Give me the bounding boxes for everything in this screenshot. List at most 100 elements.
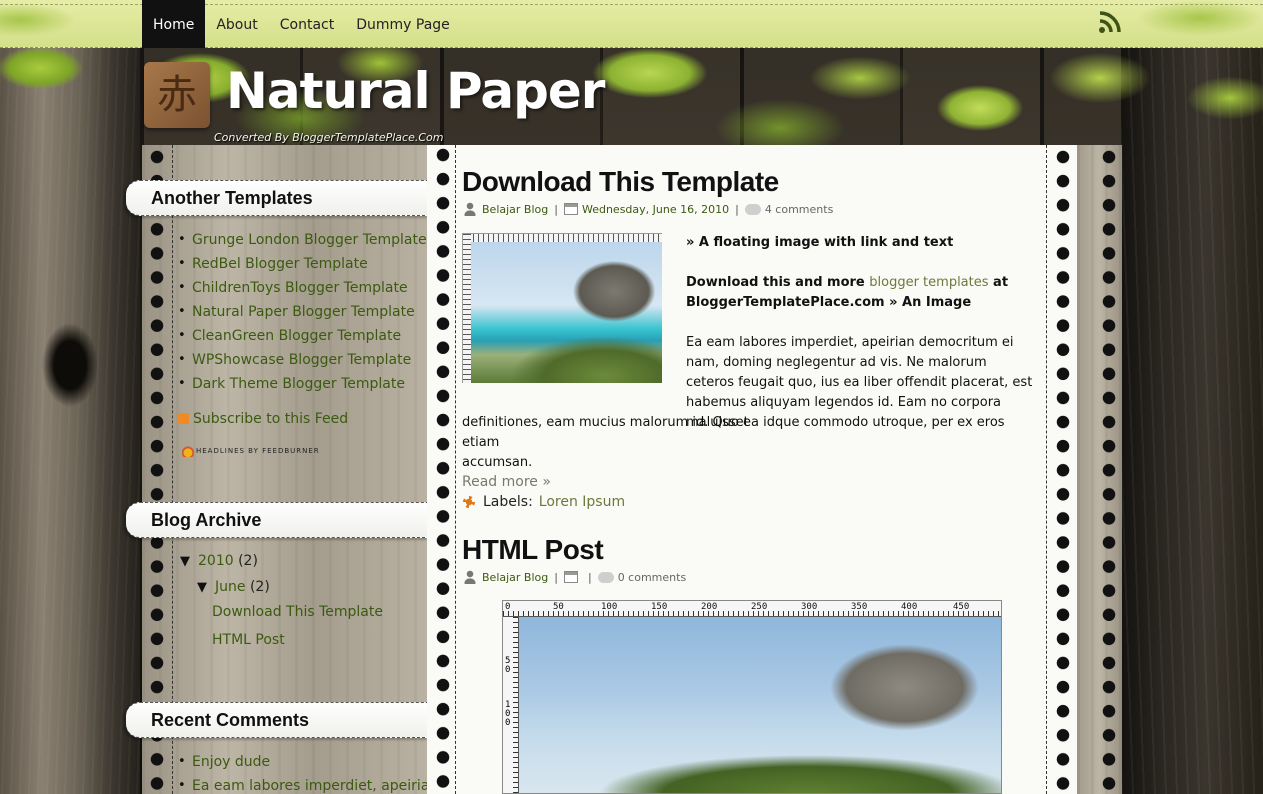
archive-month-june[interactable]: ▼ June (2) xyxy=(197,579,270,595)
ruler-number: 1 0 0 xyxy=(505,700,511,728)
archive-post-link[interactable]: HTML Post xyxy=(212,632,285,648)
list-item[interactable]: Grunge London Blogger Template xyxy=(178,228,427,252)
archive-post-link[interactable]: Download This Template xyxy=(212,604,383,620)
archive-year-2010[interactable]: ▼ 2010 (2) xyxy=(180,553,258,569)
comment-icon xyxy=(744,203,761,215)
ruler-number: 450 xyxy=(953,602,970,612)
expanded-triangle-icon[interactable]: ▼ xyxy=(180,554,190,569)
label-sun-icon xyxy=(463,496,475,508)
widget-title-another-templates: Another Templates xyxy=(126,180,430,216)
ruler-ticks xyxy=(513,617,518,793)
author-icon xyxy=(463,570,477,584)
post-thumbnail-image[interactable] xyxy=(462,233,662,383)
ruler-number: 300 xyxy=(801,602,818,612)
comment-icon xyxy=(597,571,614,583)
rss-small-icon xyxy=(178,413,189,424)
post-meta: Belajar Blog | Wednesday, June 16, 2010 … xyxy=(463,202,833,216)
meta-separator: | xyxy=(735,202,739,216)
archive-year-count: (2) xyxy=(238,553,258,569)
expanded-triangle-icon[interactable]: ▼ xyxy=(197,580,207,595)
calendar-icon xyxy=(563,203,578,215)
post-date: Wednesday, June 16, 2010 xyxy=(581,202,730,216)
list-item[interactable]: CleanGreen Blogger Template xyxy=(178,324,427,348)
post-line-3: BloggerTemplatePlace.com » An Image xyxy=(686,295,972,310)
nav-item-dummy-page[interactable]: Dummy Page xyxy=(345,0,461,48)
archive-month-count: (2) xyxy=(249,579,270,595)
nav-item-contact[interactable]: Contact xyxy=(269,0,345,48)
feedburner-badge[interactable]: HEADLINES BY FEEDBURNER xyxy=(182,443,320,457)
post-body-floating: » A floating image with link and text Do… xyxy=(686,233,1036,433)
ruler-number: 350 xyxy=(851,602,868,612)
post-paragraph-line: accumsan. xyxy=(462,455,533,470)
list-item[interactable]: Enjoy dude xyxy=(178,750,438,774)
post-title[interactable]: Download This Template xyxy=(462,166,779,198)
post-line-2a: Download this and more xyxy=(686,275,870,290)
blogger-templates-link[interactable]: blogger templates xyxy=(869,275,988,290)
meta-separator: | xyxy=(554,570,558,584)
site-subtitle: Converted By BloggerTemplatePlace.Com xyxy=(214,131,444,144)
ruler-number: 50 xyxy=(553,602,564,612)
nav-item-about[interactable]: About xyxy=(205,0,268,48)
right-punch-holes xyxy=(1098,145,1120,794)
post-comments-link[interactable]: 4 comments xyxy=(765,203,834,216)
calendar-icon xyxy=(563,571,578,583)
list-item[interactable]: Natural Paper Blogger Template xyxy=(178,300,427,324)
image-ruler-top xyxy=(463,234,662,242)
image-ruler-left: 5 0 1 0 0 xyxy=(503,617,519,793)
archive-year-label[interactable]: 2010 xyxy=(198,553,234,569)
post-meta: Belajar Blog | | 0 comments xyxy=(463,570,686,584)
list-item[interactable]: RedBel Blogger Template xyxy=(178,252,427,276)
widget-title-recent-comments: Recent Comments xyxy=(126,702,430,738)
feedburner-label: HEADLINES BY FEEDBURNER xyxy=(196,447,320,455)
list-item[interactable]: Dark Theme Blogger Template xyxy=(178,372,427,396)
post-large-image[interactable]: 0 50 100 150 200 250 300 350 400 450 5 0… xyxy=(502,600,1002,794)
sidebar-dashed-line xyxy=(172,145,173,794)
ruins-photo xyxy=(471,242,662,383)
list-item[interactable]: Ea eam labores imperdiet, apeirian xyxy=(178,774,438,794)
post-author[interactable]: Belajar Blog xyxy=(482,203,548,216)
another-templates-list: Grunge London Blogger Template RedBel Bl… xyxy=(178,228,427,396)
ruler-number: 100 xyxy=(601,602,618,612)
post-labels: Labels: Loren Ipsum xyxy=(463,494,625,510)
feedburner-flame-icon xyxy=(182,443,194,457)
nav-menu: Home About Contact Dummy Page xyxy=(142,0,461,48)
read-more-link[interactable]: Read more » xyxy=(462,474,551,490)
list-item[interactable]: WPShowcase Blogger Template xyxy=(178,348,427,372)
subscribe-label: Subscribe to this Feed xyxy=(193,411,349,427)
post-author[interactable]: Belajar Blog xyxy=(482,571,548,584)
meta-separator: | xyxy=(554,202,558,216)
ruins-photo xyxy=(519,617,1001,793)
ruler-number: 0 xyxy=(505,602,511,612)
image-ruler-top: 0 50 100 150 200 250 300 350 400 450 xyxy=(503,601,1001,617)
main-dashed-line-left xyxy=(455,145,456,794)
post-body-full: definitiones, eam mucius malorum id. Quo… xyxy=(462,413,1042,473)
author-icon xyxy=(463,202,477,216)
subscribe-feed-link[interactable]: Subscribe to this Feed xyxy=(178,411,348,427)
post-line-2b: at xyxy=(988,275,1009,290)
archive-month-label[interactable]: June xyxy=(215,579,246,595)
sidebar-punch-holes xyxy=(146,145,168,794)
site-logo[interactable]: 赤 xyxy=(144,62,210,128)
post-title[interactable]: HTML Post xyxy=(462,534,604,566)
main-punch-holes-left xyxy=(432,145,454,794)
site-title[interactable]: Natural Paper xyxy=(226,62,605,120)
top-navigation-bar: Home About Contact Dummy Page xyxy=(0,0,1263,48)
recent-comments-list: Enjoy dude Ea eam labores imperdiet, ape… xyxy=(178,750,438,794)
post-comments-link[interactable]: 0 comments xyxy=(618,571,687,584)
rss-icon[interactable] xyxy=(1098,10,1122,34)
post-line-1: » A floating image with link and text xyxy=(686,235,954,250)
image-ruler-left xyxy=(463,234,471,383)
labels-label: Labels: xyxy=(483,494,533,510)
main-dashed-line-right xyxy=(1046,145,1047,794)
post-paragraph-line: definitiones, eam mucius malorum id. Quo… xyxy=(462,415,1005,450)
nav-item-home[interactable]: Home xyxy=(142,0,206,48)
main-punch-holes-right xyxy=(1052,145,1074,794)
ruler-number: 400 xyxy=(901,602,918,612)
ruler-number: 150 xyxy=(651,602,668,612)
widget-title-blog-archive: Blog Archive xyxy=(126,502,430,538)
meta-separator: | xyxy=(587,570,592,584)
label-link[interactable]: Loren Ipsum xyxy=(539,494,625,510)
ruler-number: 5 0 xyxy=(505,656,511,675)
list-item[interactable]: ChildrenToys Blogger Template xyxy=(178,276,427,300)
ruler-number: 200 xyxy=(701,602,718,612)
